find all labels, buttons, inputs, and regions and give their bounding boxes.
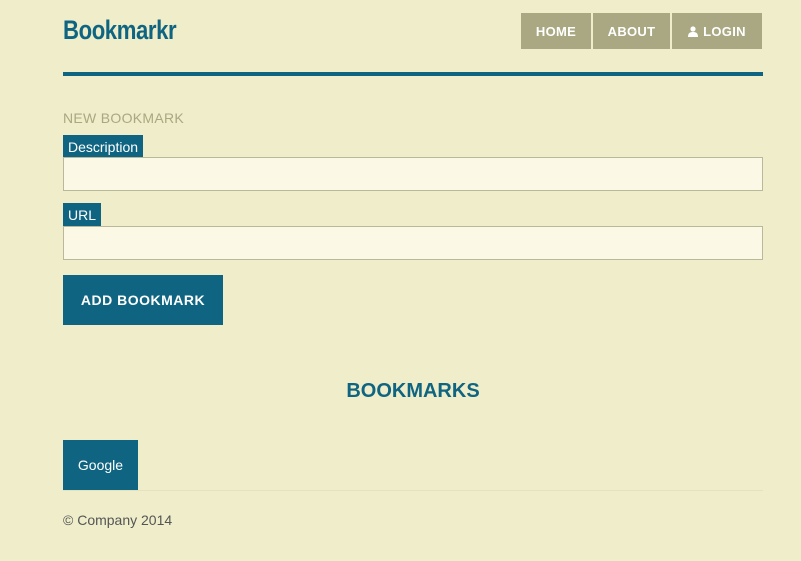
main-nav: HOME ABOUT LOGIN [521,13,762,49]
bookmark-item-label: Google [77,457,124,473]
nav-home[interactable]: HOME [521,13,591,49]
nav-login[interactable]: LOGIN [672,13,762,49]
user-icon [688,25,699,37]
nav-home-label: HOME [535,23,577,39]
header-divider [63,72,763,76]
url-input[interactable] [63,226,763,260]
nav-login-label: LOGIN [703,23,746,39]
nav-about[interactable]: ABOUT [593,13,670,49]
bookmark-item-google[interactable]: Google [63,440,138,490]
site-logo[interactable]: Bookmarkr [63,15,177,46]
description-input[interactable] [63,157,763,191]
new-bookmark-heading: NEW BOOKMARK [63,110,185,126]
bookmarks-heading: BOOKMARKS [346,380,480,402]
description-label: Description [63,135,144,159]
add-bookmark-button[interactable]: ADD BOOKMARK [63,275,223,325]
footer-copyright: © Company 2014 [63,512,173,528]
url-label: URL [63,203,102,227]
nav-about-label: ABOUT [607,23,656,39]
footer-divider [63,490,763,491]
